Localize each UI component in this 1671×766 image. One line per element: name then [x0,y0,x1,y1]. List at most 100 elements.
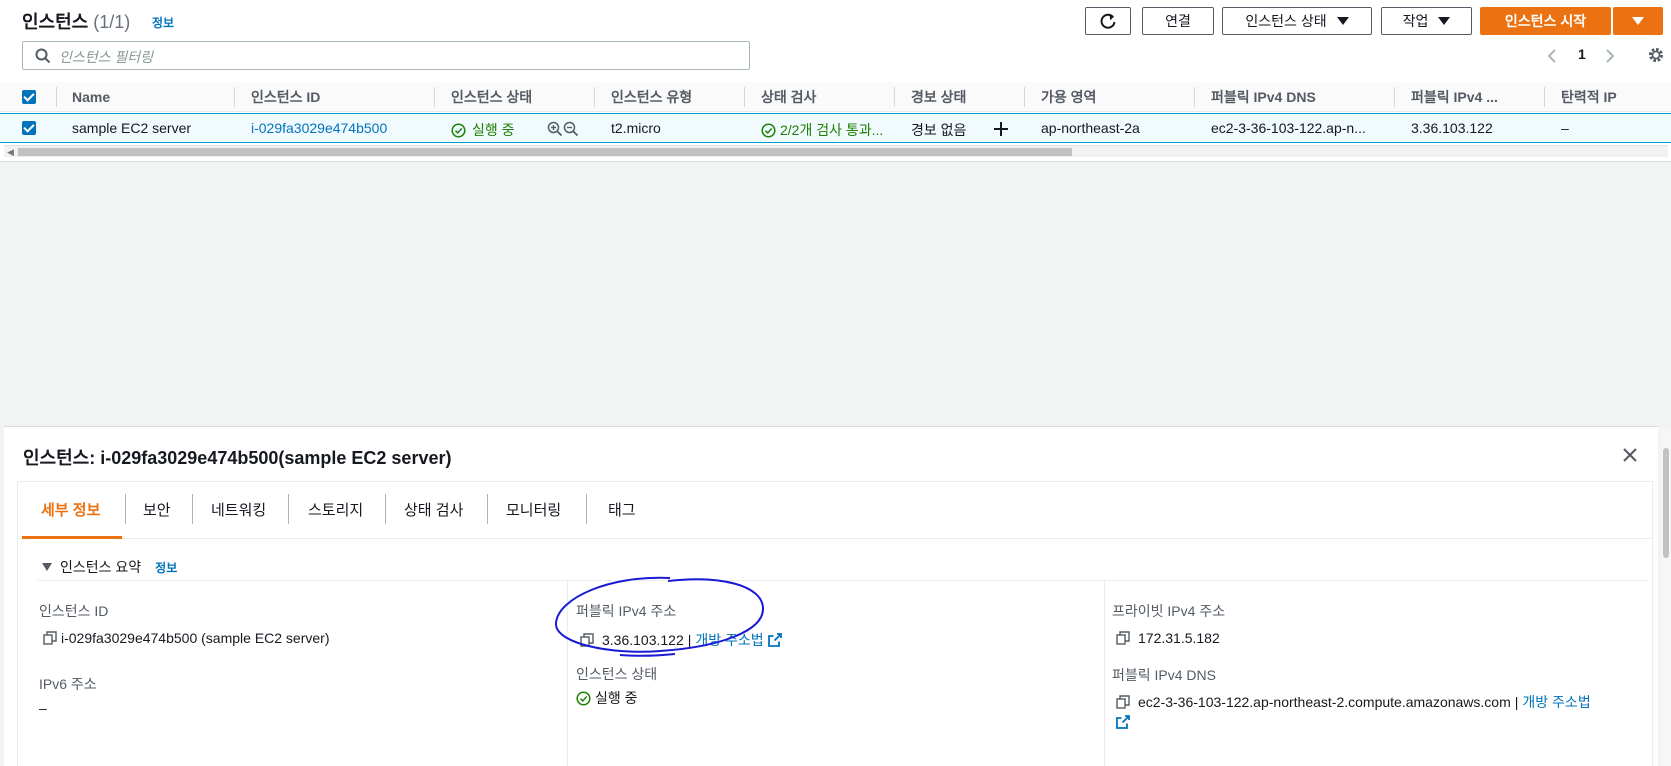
page-title-text: 인스턴스 [22,12,89,32]
scrollbar-thumb[interactable] [18,148,1072,156]
scroll-left-icon[interactable]: ◀ [7,147,14,158]
cell-name: sample EC2 server [72,120,192,136]
column-divider [56,87,57,107]
tab-status-checks[interactable]: 상태 검사 [404,499,463,520]
launch-instance-button[interactable]: 인스턴스 시작 [1480,7,1611,35]
refresh-button[interactable] [1085,7,1131,35]
column-header-name[interactable]: Name [72,82,110,112]
copy-icon[interactable] [43,631,57,645]
cell-instance-id[interactable]: i-029fa3029e474b500 [251,120,387,136]
column-header-instance-type[interactable]: 인스턴스 유형 [611,82,692,112]
instance-count: (1/1) [93,12,131,32]
instance-state-text: 실행 중 [595,690,638,706]
instance-id-value: i-029fa3029e474b500 (sample EC2 server) [43,630,330,646]
tab-divider [125,494,126,524]
cell-availability-zone: ap-northeast-2a [1041,120,1140,136]
plus-icon[interactable] [993,121,1009,137]
copy-icon[interactable] [1116,631,1130,645]
table-header: Name 인스턴스 ID 인스턴스 상태 인스턴스 유형 상태 검사 경보 상태… [0,82,1671,112]
scrollbar-thumb[interactable] [1663,448,1669,558]
column-divider [1394,87,1395,107]
status-check-text: 2/2개 검사 통과... [780,122,884,138]
refresh-icon [1100,13,1116,29]
chevron-down-icon [1438,17,1451,25]
annotation-circle [554,576,765,657]
row-checkbox[interactable] [22,121,36,135]
column-header-label: 인스턴스 상태 [451,89,533,105]
tab-divider [487,494,488,524]
cell-public-ip: 3.36.103.122 [1411,120,1493,136]
chevron-right-icon[interactable] [1604,48,1616,64]
check-circle-icon [761,122,776,138]
instance-id-text: i-029fa3029e474b500 (sample EC2 server) [61,630,330,646]
column-header-status-check[interactable]: 상태 검사 [761,82,816,112]
public-dns-value: ec2-3-36-103-122.ap-northeast-2.compute.… [1116,692,1591,712]
connect-button[interactable]: 연결 [1142,7,1214,35]
column-header-label: 퍼블릭 IPv4 ... [1411,89,1498,105]
column-header-label: 퍼블릭 IPv4 DNS [1211,89,1316,105]
cell-instance-type: t2.micro [611,120,661,136]
select-all-checkbox[interactable] [22,90,36,104]
tab-security[interactable]: 보안 [143,499,171,520]
instance-state-label: 인스턴스 상태 [1245,13,1327,29]
tab-monitoring[interactable]: 모니터링 [506,499,561,520]
column-divider [234,87,235,107]
actions-dropdown[interactable]: 작업 [1381,7,1472,35]
close-icon[interactable] [1622,447,1638,463]
tab-bar: 세부 정보 보안 네트워킹 스토리지 상태 검사 모니터링 태그 [18,482,1652,539]
public-dns-text: ec2-3-36-103-122.ap-northeast-2.compute.… [1138,694,1511,710]
zoom-in-icon[interactable] [547,121,563,137]
actions-label: 작업 [1402,13,1429,29]
chevron-down-icon [1336,17,1349,25]
column-header-availability-zone[interactable]: 가용 영역 [1041,82,1096,112]
column-header-label: 인스턴스 ID [251,89,321,105]
table-row[interactable]: sample EC2 server i-029fa3029e474b500 실행… [0,113,1671,143]
tab-storage[interactable]: 스토리지 [308,499,363,520]
page-number[interactable]: 1 [1578,46,1586,62]
search-icon [35,48,51,64]
tab-divider [586,494,587,524]
column-divider [1544,87,1545,107]
tab-divider [288,494,289,524]
info-link[interactable]: 정보 [152,14,174,31]
zoom-out-icon[interactable] [563,121,579,137]
instance-state-label: 인스턴스 상태 [576,666,658,682]
instance-summary-header[interactable]: 인스턴스 요약 정보 [42,557,177,577]
column-header-label: 상태 검사 [761,89,817,105]
column-header-instance-id[interactable]: 인스턴스 ID [251,82,320,112]
column-divider [434,87,435,107]
gear-icon[interactable] [1647,46,1665,64]
copy-icon[interactable] [1116,695,1130,709]
active-tab-indicator [22,536,122,539]
tab-networking[interactable]: 네트워킹 [211,499,266,520]
instance-state-value: 실행 중 [576,688,638,708]
cell-status-check: 2/2개 검사 통과... [761,120,897,140]
tab-details[interactable]: 세부 정보 [41,499,100,520]
summary-title: 인스턴스 요약 [60,559,142,575]
cell-elastic-ip: – [1561,120,1569,136]
vertical-scrollbar[interactable] [1661,430,1671,766]
open-address-link[interactable]: 개방 주소법 [1522,692,1590,712]
column-header-elastic-ip[interactable]: 탄력적 IP [1561,82,1617,112]
tab-divider [385,494,386,524]
instance-details-panel: 인스턴스: i-029fa3029e474b500(sample EC2 ser… [4,426,1658,766]
chevron-down-icon [1632,17,1644,25]
column-header-alarm-status[interactable]: 경보 상태 [911,82,966,112]
column-header-label: 인스턴스 유형 [611,89,693,105]
search-input[interactable]: 인스턴스 필터링 [59,47,153,67]
chevron-left-icon[interactable] [1546,48,1558,64]
ipv6-value: – [39,700,47,716]
column-header-public-ip[interactable]: 퍼블릭 IPv4 ... [1411,82,1498,112]
caret-down-icon [42,563,52,571]
column-header-instance-state[interactable]: 인스턴스 상태 [451,82,532,112]
column-header-public-dns[interactable]: 퍼블릭 IPv4 DNS [1211,82,1316,112]
summary-info-link[interactable]: 정보 [155,559,177,576]
search-box[interactable]: 인스턴스 필터링 [22,41,750,70]
launch-options-button[interactable] [1613,7,1663,35]
tab-tags[interactable]: 태그 [608,499,636,520]
instance-state-text: 실행 중 [472,122,515,138]
horizontal-scrollbar[interactable]: ◀ [4,145,1668,157]
pagination: 1 [1546,44,1666,68]
instance-state-dropdown[interactable]: 인스턴스 상태 [1222,7,1372,35]
external-link-icon[interactable] [1116,715,1130,729]
